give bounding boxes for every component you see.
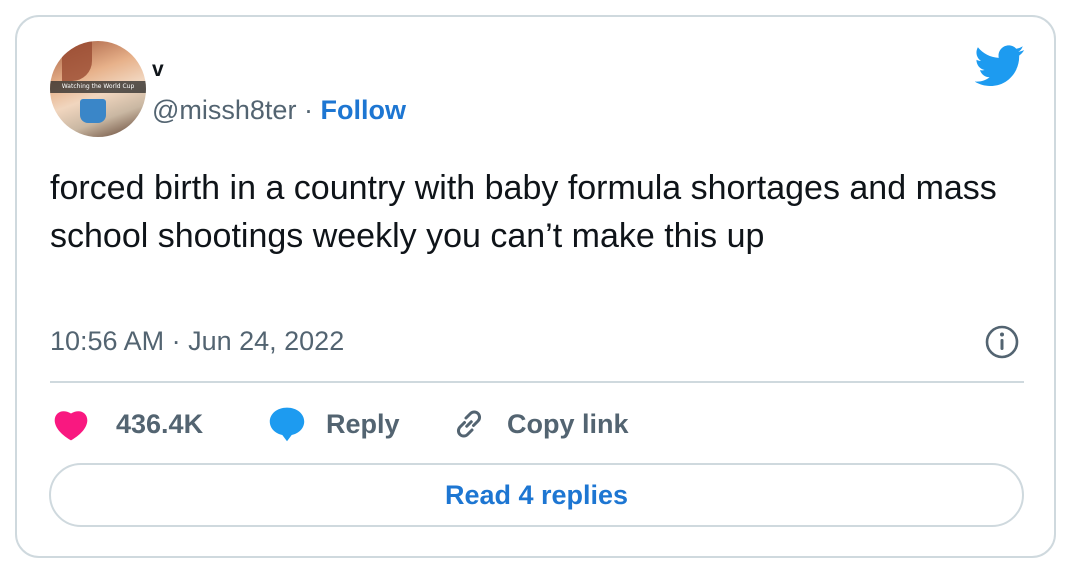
link-icon bbox=[456, 410, 482, 438]
like-button[interactable]: 436.4K bbox=[52, 404, 203, 444]
copy-link-button[interactable]: Copy link bbox=[451, 404, 629, 444]
tweet-timestamp[interactable]: 10:56 AM · Jun 24, 2022 bbox=[50, 324, 344, 358]
avatar[interactable]: Watching the World Cup bbox=[50, 41, 146, 137]
read-replies-button[interactable]: Read 4 replies bbox=[49, 463, 1024, 527]
reply-button[interactable]: Reply bbox=[268, 404, 400, 444]
divider bbox=[50, 381, 1024, 383]
handle-separator: · bbox=[303, 95, 313, 125]
reply-label: Reply bbox=[326, 408, 400, 439]
follow-link[interactable]: Follow bbox=[320, 95, 405, 125]
tweet-text: forced birth in a country with baby form… bbox=[50, 169, 997, 255]
display-name[interactable]: v bbox=[152, 58, 164, 82]
handle-row: @missh8ter · Follow bbox=[152, 94, 406, 126]
like-count: 436.4K bbox=[116, 408, 204, 439]
heart-icon bbox=[54, 411, 88, 441]
copy-link-label: Copy link bbox=[507, 408, 629, 439]
twitter-bird-icon[interactable] bbox=[975, 45, 1025, 87]
user-handle[interactable]: @missh8ter bbox=[152, 95, 296, 125]
avatar-caption: Watching the World Cup bbox=[50, 81, 146, 93]
reply-bubble-icon bbox=[269, 407, 305, 442]
info-icon[interactable] bbox=[984, 324, 1020, 360]
